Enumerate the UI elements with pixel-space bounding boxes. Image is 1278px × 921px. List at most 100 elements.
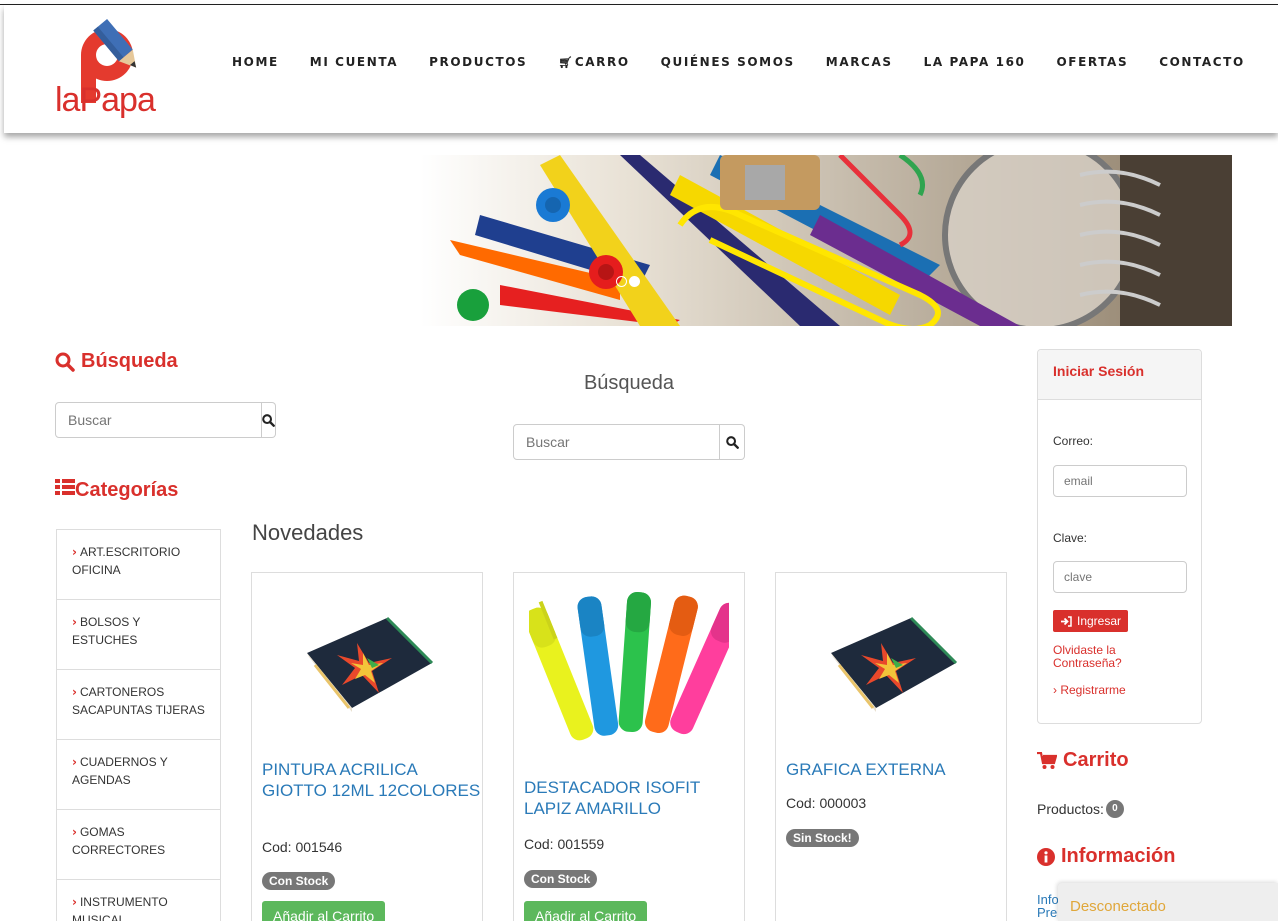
nav-contacto[interactable]: CONTACTO [1159, 55, 1245, 69]
info-heading: Información [1037, 845, 1175, 868]
nav-marcas[interactable]: MARCAS [826, 55, 893, 69]
products-label: Productos: [1037, 801, 1104, 817]
novedades-title: Novedades [252, 520, 364, 545]
product-name[interactable]: PINTURA ACRILICA GIOTTO 12ML 12COLORES [262, 759, 482, 801]
list-icon [55, 478, 75, 502]
chevron-right-icon: › [72, 545, 77, 559]
cart-icon [1037, 751, 1057, 770]
left-search-button[interactable] [262, 402, 276, 438]
password-field[interactable] [1053, 561, 1187, 593]
count-badge: 0 [1105, 800, 1124, 818]
category-list: › ART.ESCRITORIO OFICINA › BOLSOS Y ESTUCH… [56, 529, 221, 921]
notebook-image [831, 616, 958, 712]
forgot-line-2: Contraseña? [1053, 656, 1122, 670]
add-to-cart-button[interactable]: Añadir al Carrito [524, 901, 648, 921]
nav-productos[interactable]: PRODUCTOS [429, 55, 527, 69]
nav-carro[interactable]: 🛒︎CARRO [558, 55, 629, 69]
categories-heading: Categorías [55, 478, 178, 502]
left-search-title: Búsqueda [81, 350, 178, 372]
nav-mi-cuenta[interactable]: MI CUENTA [310, 55, 398, 69]
stock-badge: Con Stock [262, 872, 336, 890]
banner-dot-1[interactable] [616, 276, 627, 287]
banner-dot-2[interactable] [629, 276, 640, 287]
product-image-highlighters[interactable] [514, 573, 744, 753]
forgot-password-link[interactable]: Olvidaste la Contraseña? [1053, 644, 1122, 670]
add-to-cart-button[interactable]: Añadir al Carrito [262, 901, 386, 921]
login-title: Iniciar Sesión [1038, 350, 1201, 400]
nav-carro-label: CARRO [574, 55, 630, 69]
stock-badge: Sin Stock! [786, 829, 859, 847]
chevron-right-icon: › [72, 755, 77, 769]
center-search-title: Búsqueda [583, 372, 675, 394]
category-label: GOMAS CORRECTORES [72, 825, 166, 857]
center-search-input[interactable] [513, 424, 720, 460]
category-label: BOLSOS Y ESTUCHES [72, 615, 141, 647]
notebook-image [307, 616, 434, 712]
chevron-right-icon: › [72, 895, 77, 909]
nav-quienes-somos[interactable]: QUIÉNES SOMOS [661, 55, 795, 69]
cart-title: Carrito [1063, 749, 1129, 771]
category-label: INSTRUMENTO MUSICAL [72, 895, 168, 921]
login-button[interactable]: Ingresar [1053, 610, 1129, 632]
product-name[interactable]: GRAFICA EXTERNA [786, 759, 946, 780]
left-search-input[interactable] [55, 402, 262, 438]
product-code: Cod: 001546 [262, 839, 343, 855]
site-logo[interactable]: laPapa [52, 13, 162, 121]
product-card: PINTURA ACRILICA GIOTTO 12ML 12COLORES C… [251, 572, 483, 921]
center-search-group [513, 424, 745, 460]
search-icon [55, 352, 75, 372]
product-code: Cod: 000003 [786, 795, 867, 811]
login-panel: Iniciar Sesión Correo: Clave: Ingresar O… [1037, 349, 1202, 724]
chevron-right-icon: › [72, 685, 77, 699]
login-button-label: Ingresar [1077, 614, 1122, 628]
info-links[interactable]: Info Pre [1037, 893, 1059, 919]
connection-status-popup[interactable]: Desconectado [1058, 883, 1278, 921]
banner-image [420, 155, 1232, 326]
product-image-notebook[interactable] [252, 573, 482, 753]
site-header: laPapa HOME MI CUENTA PRODUCTOS 🛒︎CARRO … [4, 5, 1278, 133]
password-label: Clave: [1053, 531, 1088, 545]
left-search-heading: Búsqueda [55, 350, 178, 373]
logo-text-papa: Papa [79, 81, 155, 119]
nav-home[interactable]: HOME [232, 55, 279, 69]
category-item[interactable]: › CARTONEROS SACAPUNTAS TIJERAS [57, 670, 220, 740]
nav-la-papa-160[interactable]: LA PAPA 160 [924, 55, 1026, 69]
main-nav: HOME MI CUENTA PRODUCTOS 🛒︎CARRO QUIÉNES… [232, 55, 1276, 69]
product-image-notebook[interactable] [776, 573, 1006, 753]
sign-in-icon [1061, 615, 1072, 627]
category-label: CARTONEROS SACAPUNTAS TIJERAS [72, 685, 205, 717]
search-icon [725, 435, 739, 449]
stock-badge: Con Stock [524, 870, 598, 888]
register-link[interactable]: › Registrarme [1053, 684, 1126, 697]
search-icon [262, 413, 275, 427]
hero-banner[interactable] [420, 155, 1232, 326]
product-card: GRAFICA EXTERNA Cod: 000003 Sin Stock! [775, 572, 1007, 921]
category-item[interactable]: › INSTRUMENTO MUSICAL [57, 880, 220, 921]
category-label: ART.ESCRITORIO OFICINA [72, 545, 181, 577]
info-circle-icon [1037, 847, 1055, 866]
info-title: Información [1061, 845, 1176, 867]
category-item[interactable]: › CUADERNOS Y AGENDAS [57, 740, 220, 810]
email-label: Correo: [1053, 434, 1094, 448]
info-link-2[interactable]: Pre [1037, 906, 1059, 919]
cart-products-count: Productos: 0 [1037, 800, 1124, 818]
cart-heading: Carrito [1037, 749, 1129, 772]
product-code: Cod: 001559 [524, 836, 605, 852]
nav-ofertas[interactable]: OFERTAS [1057, 55, 1129, 69]
cart-icon: 🛒︎ [558, 56, 574, 69]
product-card: DESTACADOR ISOFIT LAPIZ AMARILLO Cod: 00… [513, 572, 745, 921]
center-search-button[interactable] [720, 424, 745, 460]
left-search-group [55, 402, 276, 438]
banner-pagination [616, 276, 642, 287]
product-name[interactable]: DESTACADOR ISOFIT LAPIZ AMARILLO [524, 777, 744, 819]
email-field[interactable] [1053, 465, 1187, 497]
categories-title: Categorías [75, 478, 179, 501]
category-label: CUADERNOS Y AGENDAS [72, 755, 168, 787]
category-item[interactable]: › GOMAS CORRECTORES [57, 810, 220, 880]
chevron-right-icon: › [72, 615, 77, 629]
chevron-right-icon: › [72, 825, 77, 839]
category-item[interactable]: › ART.ESCRITORIO OFICINA [57, 530, 220, 600]
logo-text-la: la [55, 81, 80, 119]
category-item[interactable]: › BOLSOS Y ESTUCHES [57, 600, 220, 670]
highlighters-image [529, 591, 729, 740]
